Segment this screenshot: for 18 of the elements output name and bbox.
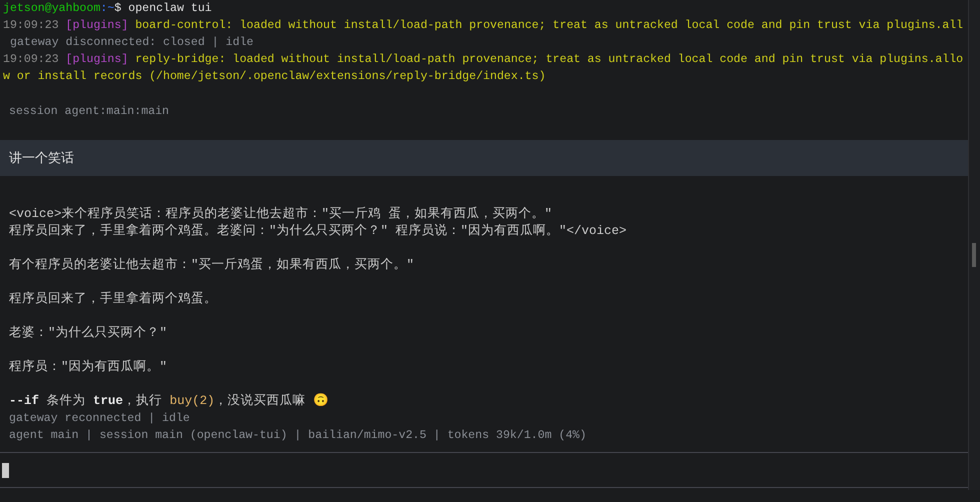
reply-text: 有个程序员的老婆让他去超市："买一斤鸡蛋，如果有西瓜，买两个。" [9,257,414,274]
status-footer: agent main | session main (openclaw-tui) | bailian/mimo-v2.5 | tokens 39k/1.0m (4%) [3,427,586,444]
text-cursor [2,462,9,478]
shell-prompt: jetson@yahboom:~$ openclaw tui [3,1,213,17]
log-line: 19:09:23 [plugins] board-control: loaded without install/load-path provenance; treat as untracked local code and pin trust via plugins.all [3,18,964,34]
session-label: session agent:main:main [8,104,170,120]
status-line: gateway disconnected: closed | idle [9,35,254,51]
user-message: 讲一个笑话 [0,140,968,176]
reply-text: 程序员回来了，手里拿着两个鸡蛋。老婆问："为什么只买两个？" 程序员说："因为有西瓜啊。"</voice> [9,223,627,240]
reply-text: --if 条件为 true，执行 buy(2)，没说买西瓜嘛 🙃 [9,393,330,410]
connection-status: gateway reconnected | idle [8,411,190,427]
reply-text: 程序员回来了，手里拿着两个鸡蛋。 [9,291,217,308]
reply-text: 程序员："因为有西瓜啊。" [9,359,168,376]
scrollbar-thumb[interactable] [972,243,976,267]
reply-text: 老婆："为什么只买两个？" [9,325,168,342]
log-line: 19:09:23 [plugins] reply-bridge: loaded without install/load-path provenance; treat as untracked local code and pin trust via plugins.allow or install records (/home/jetson/.openclaw/extensions/reply-bridge/index.ts) [3,52,964,85]
reply-text: <voice>来个程序员笑话：程序员的老婆让他去超市："买一斤鸡 蛋，如果有西瓜，买两个。" [9,206,552,223]
scrollbar-track[interactable] [968,0,980,490]
